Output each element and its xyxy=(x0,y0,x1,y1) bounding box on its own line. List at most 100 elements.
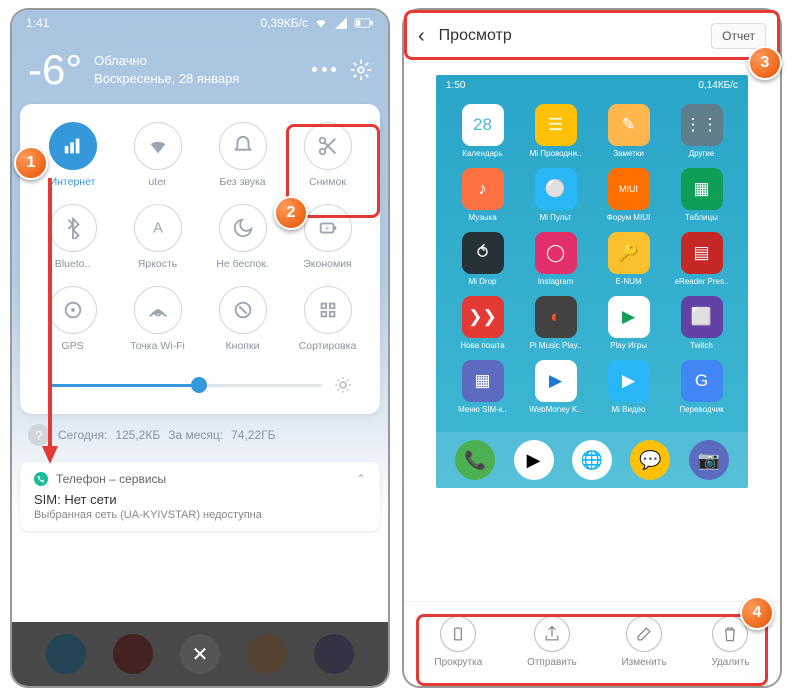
quick-settings-panel: ИнтернетuterБез звукаСнимокBlueto..AЯрко… xyxy=(20,104,380,414)
bell-icon xyxy=(219,122,267,170)
app-icon: ▶ xyxy=(608,360,650,402)
app-WebMoney K..[interactable]: ▶WebMoney K.. xyxy=(525,360,587,414)
app-Play Игры[interactable]: ▶Play Игры xyxy=(598,296,660,350)
wifi-icon xyxy=(314,16,328,30)
slider-track[interactable] xyxy=(48,384,322,387)
shot-dock: 📞 ▶ 🌐 💬 📷 xyxy=(436,432,748,488)
shot-speed: 0,14КБ/с xyxy=(698,80,738,91)
back-icon[interactable]: ‹ xyxy=(418,25,425,48)
action-scroll[interactable]: Прокрутка xyxy=(434,616,482,668)
action-label: Отправить xyxy=(527,657,577,668)
app-Таблицы[interactable]: ▦ Таблицы xyxy=(671,168,733,222)
app-label: Mi Проводни.. xyxy=(525,149,587,158)
usage-today-value: 125,2КБ xyxy=(115,428,160,442)
phone-app-icon xyxy=(34,472,48,486)
dock-icon-3[interactable]: 💬 xyxy=(630,440,670,480)
weather-condition: Облачно xyxy=(94,52,239,70)
app-Instagram[interactable]: ◯Instagram xyxy=(525,232,587,286)
tile-hotspot[interactable]: Точка Wi-Fi xyxy=(120,286,196,352)
tile-bell[interactable]: Без звука xyxy=(205,122,281,188)
dock-icon-4[interactable]: 📷 xyxy=(689,440,729,480)
app-Twitch[interactable]: ⬜Twitch xyxy=(671,296,733,350)
app-icon: ⬜ xyxy=(681,296,723,338)
shot-time: 1:50 xyxy=(446,80,465,91)
app-icon: ♪ xyxy=(462,168,504,210)
app-Mi Видео[interactable]: ▶Mi Видео xyxy=(598,360,660,414)
gear-icon[interactable] xyxy=(350,59,372,81)
app-icon: ⚪ xyxy=(535,168,577,210)
shot-statusbar: 1:50 0,14КБ/с xyxy=(436,75,748,96)
header-actions xyxy=(312,59,372,81)
marker-3: 3 xyxy=(748,46,782,80)
tile-buttons[interactable]: Кнопки xyxy=(205,286,281,352)
app-E-NUM[interactable]: 🔑E-NUM xyxy=(598,232,660,286)
app-label: Mi Пульт xyxy=(525,213,587,222)
action-share[interactable]: Отправить xyxy=(527,616,577,668)
weather-text: Облачно Воскресенье, 28 января xyxy=(94,52,239,88)
signal-icon xyxy=(334,16,348,30)
sort-icon xyxy=(304,286,352,334)
app-Форум MIUI[interactable]: MIUI Форум MIUI xyxy=(598,168,660,222)
app-Другие[interactable]: ⋮⋮Другие xyxy=(671,104,733,158)
app-Mi Пульт[interactable]: ⚪ Mi Пульт xyxy=(525,168,587,222)
app-Музыка[interactable]: ♪ Музыка xyxy=(452,168,514,222)
app-label: Mi Drop xyxy=(452,277,514,286)
app-eReader Pres..[interactable]: ▤ eReader Pres.. xyxy=(671,232,733,286)
weather-widget[interactable]: -6° Облачно Воскресенье, 28 января xyxy=(12,36,388,104)
data-usage-row[interactable]: ? Сегодня: 125,2КБ За месяц: 74,22ГБ xyxy=(12,414,388,456)
brightness-slider[interactable] xyxy=(30,368,370,402)
wifi-icon xyxy=(134,122,182,170)
battery-icon: + xyxy=(304,204,352,252)
dock-icon-2[interactable]: 🌐 xyxy=(572,440,612,480)
app-Нова пошта[interactable]: ❯❯Нова пошта xyxy=(452,296,514,350)
tile-sort[interactable]: Сортировка xyxy=(290,286,366,352)
app-Pi Music Play..[interactable]: ◐Pi Music Play.. xyxy=(525,296,587,350)
app-label: eReader Pres.. xyxy=(671,277,733,286)
notif-title: SIM: Нет сети xyxy=(34,492,366,507)
tile-scissors[interactable]: Снимок xyxy=(290,122,366,188)
more-icon[interactable] xyxy=(312,59,336,81)
usage-month-value: 74,22ГБ xyxy=(231,428,275,442)
app-label: Форум MIUI xyxy=(598,213,660,222)
app-label: WebMoney K.. xyxy=(525,405,587,414)
notification-card[interactable]: Телефон – сервисы ⌃ SIM: Нет сети Выбран… xyxy=(20,462,380,531)
app-Заметки[interactable]: ✎Заметки xyxy=(598,104,660,158)
tile-label: Снимок xyxy=(290,176,366,188)
app-Календарь[interactable]: 28Календарь xyxy=(452,104,514,158)
app-icon: MIUI xyxy=(608,168,650,210)
status-time: 1:41 xyxy=(26,16,49,30)
preview-header: ‹ Просмотр Отчет xyxy=(404,10,780,63)
app-label: Музыка xyxy=(452,213,514,222)
scroll-icon xyxy=(440,616,476,652)
app-Меню SIM-к..[interactable]: ▦Меню SIM-к.. xyxy=(452,360,514,414)
brightness-a-icon: A xyxy=(134,204,182,252)
arrow-annotation xyxy=(40,178,60,468)
action-label: Прокрутка xyxy=(434,657,482,668)
app-Mi Drop[interactable]: ⥀Mi Drop xyxy=(452,232,514,286)
action-edit[interactable]: Изменить xyxy=(621,616,666,668)
share-icon xyxy=(534,616,570,652)
hotspot-icon xyxy=(134,286,182,334)
tile-wifi[interactable]: uter xyxy=(120,122,196,188)
screenshot-preview[interactable]: 1:50 0,14КБ/с 28Календарь☰Mi Проводни..✎… xyxy=(404,63,780,500)
app-Переводчик[interactable]: GПереводчик xyxy=(671,360,733,414)
dock-blurred: ✕ xyxy=(12,622,388,686)
close-shade-button[interactable]: ✕ xyxy=(180,634,220,674)
usage-today-label: Сегодня: xyxy=(58,428,107,442)
dock-camera xyxy=(314,634,354,674)
app-icon: ▦ xyxy=(681,168,723,210)
tile-brightness-a[interactable]: AЯркость xyxy=(120,204,196,270)
app-label: Таблицы xyxy=(671,213,733,222)
phone-right: ‹ Просмотр Отчет 1:50 0,14КБ/с 28Календа… xyxy=(402,8,782,688)
app-label: Переводчик xyxy=(671,405,733,414)
tile-moon[interactable]: Не беспок. xyxy=(205,204,281,270)
app-Mi Проводни..[interactable]: ☰Mi Проводни.. xyxy=(525,104,587,158)
dock-icon-1[interactable]: ▶ xyxy=(514,440,554,480)
app-icon: ▤ xyxy=(681,232,723,274)
marker-4: 4 xyxy=(740,596,774,630)
dock-youtube xyxy=(113,634,153,674)
weather-date: Воскресенье, 28 января xyxy=(94,70,239,88)
dock-icon-0[interactable]: 📞 xyxy=(455,440,495,480)
app-label: Другие xyxy=(671,149,733,158)
report-button[interactable]: Отчет xyxy=(711,23,766,49)
